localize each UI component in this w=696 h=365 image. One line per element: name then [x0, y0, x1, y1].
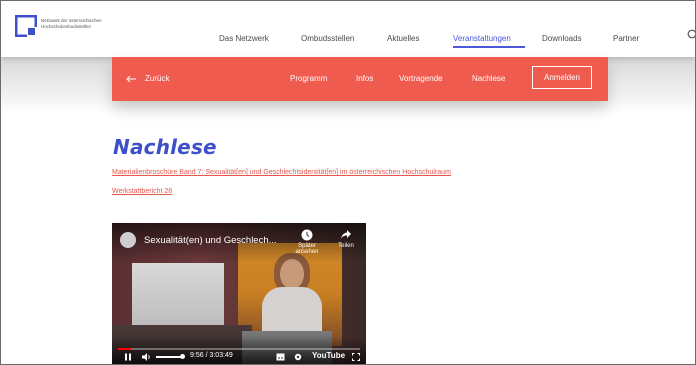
logo-text: Netzwerk der österreichischen Hochschulo…	[41, 18, 102, 29]
subnav-item-nachlese[interactable]: Nachlese	[472, 74, 505, 83]
channel-avatar[interactable]	[120, 232, 136, 248]
page-frame: Netzwerk der österreichischen Hochschulo…	[0, 0, 696, 365]
nav-item-veranstaltungen[interactable]: Veranstaltungen	[453, 34, 511, 43]
share-icon	[341, 230, 351, 239]
page-title: Nachlese	[113, 135, 217, 159]
nav-item-aktuelles[interactable]: Aktuelles	[387, 34, 419, 43]
volume-slider-handle[interactable]	[180, 354, 185, 359]
main-nav: Das Netzwerk Ombudsstellen Aktuelles Ver…	[1, 34, 695, 48]
gear-icon[interactable]	[294, 353, 302, 361]
back-link[interactable]: Zurück	[145, 74, 169, 83]
subnav-item-programm[interactable]: Programm	[290, 74, 327, 83]
video-scene-speaker-head	[280, 259, 304, 289]
nav-item-das-netzwerk[interactable]: Das Netzwerk	[219, 34, 269, 43]
logo-text-line1: Netzwerk der österreichischen	[41, 18, 102, 23]
video-progress-track[interactable]	[118, 348, 360, 350]
pause-icon[interactable]	[124, 353, 132, 361]
volume-slider[interactable]	[156, 356, 182, 358]
fullscreen-icon[interactable]	[352, 353, 360, 361]
nav-item-ombudsstellen[interactable]: Ombudsstellen	[301, 34, 354, 43]
event-subnav: Zurück Programm Infos Vortragende Nachle…	[112, 57, 608, 101]
nav-item-partner[interactable]: Partner	[613, 34, 639, 43]
logo-text-line2: Hochschulombudsstellen	[41, 23, 92, 29]
video-time: 9:56 / 3:03:49	[190, 352, 233, 359]
report-link[interactable]: Werkstattbericht 28	[112, 188, 172, 195]
watch-later-label: Später ansehen	[295, 243, 319, 255]
subnav-item-vortragende[interactable]: Vortragende	[399, 74, 443, 83]
video-scene-screen	[132, 263, 224, 325]
arrow-left-icon	[126, 75, 136, 83]
share-button[interactable]: Teilen	[332, 229, 360, 249]
nav-item-downloads[interactable]: Downloads	[542, 34, 582, 43]
subtitles-icon[interactable]	[276, 353, 285, 361]
video-progress-fill	[118, 348, 132, 350]
nav-active-underline	[453, 46, 525, 48]
volume-icon[interactable]	[142, 353, 152, 361]
site-header: Netzwerk der österreichischen Hochschulo…	[1, 1, 695, 57]
clock-icon	[301, 229, 313, 241]
video-player[interactable]: Sexualität(en) und Geschlech... Später a…	[112, 223, 366, 364]
watch-later-button[interactable]: Später ansehen	[292, 229, 322, 255]
brochure-link[interactable]: Materialienbroschüre Band 7: Sexualität[…	[112, 169, 451, 176]
youtube-logo[interactable]: YouTube	[312, 351, 345, 360]
search-icon[interactable]	[687, 29, 696, 41]
register-button[interactable]: Anmelden	[532, 66, 592, 89]
video-title[interactable]: Sexualität(en) und Geschlech...	[144, 235, 277, 246]
subnav-item-infos[interactable]: Infos	[356, 74, 373, 83]
share-label: Teilen	[338, 243, 354, 249]
